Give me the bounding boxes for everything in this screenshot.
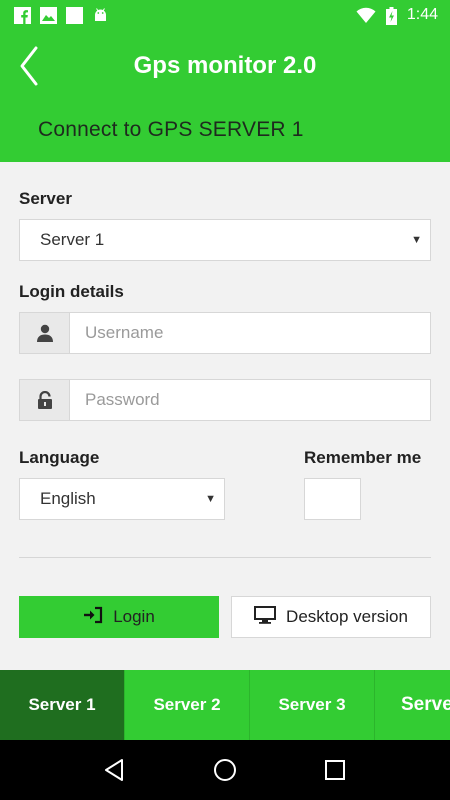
app-title: Gps monitor 2.0	[133, 52, 317, 79]
language-select[interactable]: English ▼	[19, 478, 225, 520]
remember-me-checkbox[interactable]	[304, 478, 361, 520]
blank-square-icon	[66, 6, 83, 24]
tab-server-1[interactable]: Server 1	[0, 670, 125, 740]
username-input[interactable]	[69, 312, 431, 354]
status-bar: 1:44	[0, 0, 450, 30]
server-select[interactable]: Server 1 ▼	[19, 219, 431, 261]
tab-server-2[interactable]: Server 2	[125, 670, 250, 740]
password-input[interactable]	[69, 379, 431, 421]
password-row	[19, 379, 431, 421]
remember-me-label: Remember me	[304, 448, 422, 467]
tab-server-4[interactable]: Serve	[375, 670, 450, 740]
desktop-version-label: Desktop version	[286, 607, 408, 626]
facebook-icon	[14, 6, 31, 24]
language-label: Language	[19, 448, 100, 467]
user-icon	[19, 312, 69, 354]
dropdown-caret-icon: ▼	[411, 234, 422, 246]
tab-server-3[interactable]: Server 3	[250, 670, 375, 740]
server-tabs: Server 1 Server 2 Server 3 Serve	[0, 670, 450, 740]
clock: 1:44	[406, 6, 438, 23]
login-button-label: Login	[113, 607, 155, 626]
dropdown-caret-icon: ▼	[205, 493, 216, 505]
desktop-version-button[interactable]: Desktop version	[231, 596, 431, 638]
lock-icon	[19, 379, 69, 421]
language-select-value: English	[40, 489, 96, 508]
sign-in-icon	[83, 606, 103, 629]
server-select-value: Server 1	[40, 230, 105, 249]
server-label: Server	[19, 189, 72, 208]
nav-recents-icon[interactable]	[320, 755, 350, 785]
wifi-icon	[356, 7, 376, 24]
nav-home-icon[interactable]	[210, 755, 240, 785]
username-row	[19, 312, 431, 354]
login-details-label: Login details	[19, 282, 124, 301]
divider	[19, 557, 431, 558]
page-subtitle: Connect to GPS SERVER 1	[38, 118, 304, 141]
battery-charging-icon	[385, 6, 397, 25]
nav-back-icon[interactable]	[100, 755, 130, 785]
login-form: Server Server 1 ▼ Login details Language…	[0, 162, 450, 670]
monitor-icon	[254, 605, 277, 629]
app-header: Gps monitor 2.0 Connect to GPS SERVER 1	[0, 30, 450, 162]
image-icon	[40, 6, 57, 24]
system-nav-bar	[0, 740, 450, 800]
login-button[interactable]: Login	[19, 596, 219, 638]
android-icon	[92, 7, 109, 24]
